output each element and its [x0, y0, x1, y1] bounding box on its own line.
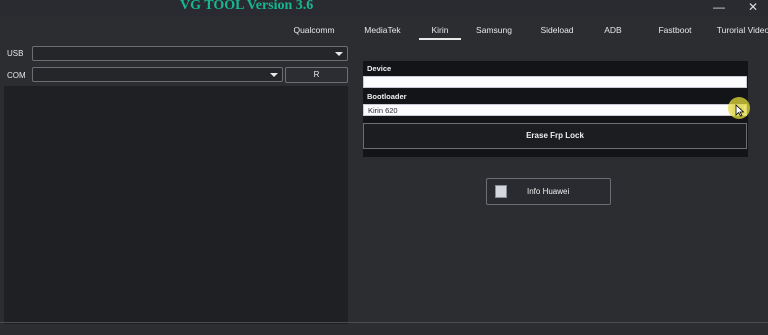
- log-pane: [4, 86, 348, 324]
- usb-select[interactable]: [32, 46, 348, 61]
- tab-samsung[interactable]: Samsung: [463, 18, 525, 40]
- bootloader-label: Bootloader: [367, 92, 407, 101]
- mouse-cursor-icon: [735, 104, 745, 117]
- info-huawei-label: Info Huawei: [527, 187, 570, 196]
- tab-bar: Qualcomm MediaTek Kirin Samsung Sideload…: [284, 18, 768, 40]
- phone-icon: [495, 185, 507, 198]
- tab-fastboot[interactable]: Fastboot: [641, 18, 709, 40]
- bootloader-select[interactable]: Kirin 620: [363, 104, 747, 116]
- com-select[interactable]: [32, 67, 283, 82]
- tab-mediatek[interactable]: MediaTek: [346, 18, 419, 40]
- refresh-button[interactable]: R: [285, 67, 348, 83]
- device-label: Device: [367, 64, 392, 73]
- chevron-down-icon: [270, 73, 278, 77]
- bottom-divider: [0, 322, 768, 323]
- tab-sideload[interactable]: Sideload: [527, 18, 587, 40]
- erase-frp-lock-button[interactable]: Erase Frp Lock: [363, 123, 747, 149]
- tab-tutorial-video[interactable]: Turorial Video: [711, 18, 768, 40]
- title-bar: [0, 0, 768, 16]
- bootloader-value: Kirin 620: [368, 106, 398, 115]
- tab-kirin[interactable]: Kirin: [419, 18, 461, 40]
- usb-label: USB: [7, 49, 24, 58]
- device-field[interactable]: [363, 76, 747, 88]
- close-button[interactable]: ✕: [743, 0, 763, 16]
- tab-qualcomm[interactable]: Qualcomm: [284, 18, 344, 40]
- info-huawei-button[interactable]: Info Huawei: [486, 178, 611, 205]
- minimize-button[interactable]: —: [709, 0, 729, 16]
- app-title: VG TOOL Version 3.6: [180, 0, 314, 13]
- com-label: COM: [7, 71, 26, 80]
- chevron-down-icon: [335, 52, 343, 56]
- tab-adb[interactable]: ADB: [591, 18, 635, 40]
